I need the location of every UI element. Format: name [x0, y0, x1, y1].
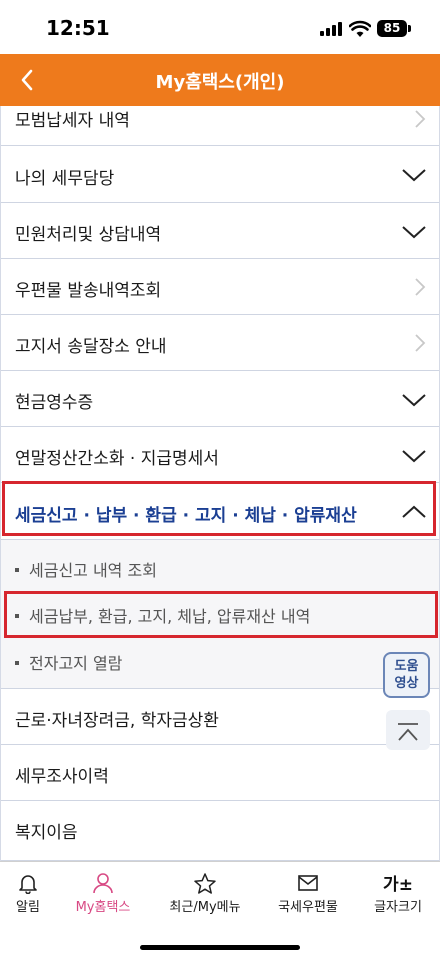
menu-item-earned-income-credit[interactable]: 근로·자녀장려금, 학자금상환	[1, 689, 439, 745]
menu-item-label: 복지이음	[15, 823, 78, 843]
battery-indicator: 85	[377, 20, 407, 37]
submenu-item-label: 전자고지 열람	[29, 654, 123, 673]
tab-font-size[interactable]: 가± 글자크기	[362, 862, 434, 922]
menu-item-label: 세무조사이력	[15, 767, 109, 787]
battery-tip	[408, 25, 411, 32]
chevron-right-icon	[415, 278, 426, 296]
cellular-signal-icon	[320, 22, 344, 36]
tab-recent-my-menu[interactable]: 최근/My메뉴	[160, 862, 250, 922]
tab-tax-mail[interactable]: 국세우편물	[268, 862, 348, 922]
bell-icon	[19, 875, 37, 894]
menu-item-label: 나의 세무담당	[15, 169, 115, 189]
help-video-button[interactable]: 도움 영상	[383, 652, 430, 698]
help-button-line1: 도움	[394, 659, 419, 674]
menu-item-label: 고지서 송달장소 안내	[15, 337, 167, 357]
bullet-icon	[15, 660, 19, 665]
chevron-down-icon	[402, 394, 426, 407]
menu-item-label: 현금영수증	[15, 393, 94, 413]
chevron-down-icon	[402, 169, 426, 182]
chevron-down-icon	[402, 226, 426, 239]
menu-item-year-end-settlement[interactable]: 연말정산간소화 · 지급명세서	[1, 427, 439, 483]
menu-item-label: 민원처리및 상담내역	[15, 225, 162, 245]
menu-item-label: 근로·자녀장려금, 학자금상환	[15, 711, 219, 731]
bullet-icon	[15, 613, 19, 618]
scroll-top-icon	[398, 723, 418, 741]
help-button-line2: 영상	[394, 676, 419, 691]
wifi-icon	[349, 20, 371, 37]
menu-item-label: 세금신고 · 납부 · 환급 · 고지 · 체납 · 압류재산	[15, 506, 357, 526]
menu-item-tax-officer[interactable]: 나의 세무담당	[1, 146, 439, 203]
menu-item-notice-delivery[interactable]: 고지서 송달장소 안내	[1, 315, 439, 371]
tab-notifications[interactable]: 알림	[0, 862, 56, 922]
scroll-top-button[interactable]	[386, 710, 430, 750]
menu-item-tax-filing-payment[interactable]: 세금신고 · 납부 · 환급 · 고지 · 체납 · 압류재산	[1, 483, 439, 540]
menu-item-label: 연말정산간소화 · 지급명세서	[15, 449, 219, 469]
app-header: My홈택스(개인)	[0, 54, 440, 106]
status-time: 12:51	[46, 16, 110, 40]
mail-icon	[298, 875, 318, 891]
menu-item-label: 모범납세자 내역	[15, 111, 130, 131]
chevron-down-icon	[402, 450, 426, 463]
bullet-icon	[15, 567, 19, 572]
menu-item-civil-petitions[interactable]: 민원처리및 상담내역	[1, 203, 439, 259]
star-icon	[194, 873, 216, 894]
tab-my-hometax[interactable]: My홈택스	[64, 862, 142, 922]
chevron-up-icon	[402, 505, 426, 518]
submenu-item-payment-history[interactable]: 세금납부, 환급, 고지, 체납, 압류재산 내역	[15, 603, 310, 627]
status-bar: 12:51 85	[0, 0, 440, 54]
person-icon	[93, 873, 113, 894]
home-indicator	[140, 945, 300, 950]
menu-item-welfare[interactable]: 복지이음	[1, 801, 439, 861]
text-size-icon: 가±	[383, 875, 413, 895]
submenu-item-e-notice[interactable]: 전자고지 열람	[15, 650, 122, 674]
menu-item-mail-history[interactable]: 우편물 발송내역조회	[1, 259, 439, 315]
tab-label: My홈택스	[75, 900, 131, 915]
chevron-right-icon	[415, 334, 426, 352]
menu-item-tax-audit-history[interactable]: 세무조사이력	[1, 745, 439, 801]
menu-item-model-taxpayer[interactable]: 모범납세자 내역	[1, 106, 439, 146]
page-title: My홈택스(개인)	[155, 72, 285, 93]
tab-label: 글자크기	[374, 900, 422, 915]
menu-list[interactable]: 모범납세자 내역 나의 세무담당 민원처리및 상담내역 우편물 발송내역조회 고…	[0, 106, 440, 861]
menu-item-cash-receipt[interactable]: 현금영수증	[1, 371, 439, 427]
tab-label: 최근/My메뉴	[169, 900, 241, 915]
menu-item-label: 우편물 발송내역조회	[15, 281, 162, 301]
submenu-item-filing-history[interactable]: 세금신고 내역 조회	[15, 557, 157, 581]
submenu-item-label: 세금신고 내역 조회	[29, 561, 157, 580]
tab-label: 국세우편물	[278, 900, 338, 915]
submenu-item-label: 세금납부, 환급, 고지, 체납, 압류재산 내역	[29, 607, 311, 626]
submenu-panel: 세금신고 내역 조회 세금납부, 환급, 고지, 체납, 압류재산 내역 전자고…	[1, 540, 439, 689]
tab-label: 알림	[16, 900, 40, 915]
chevron-right-icon	[415, 110, 426, 128]
